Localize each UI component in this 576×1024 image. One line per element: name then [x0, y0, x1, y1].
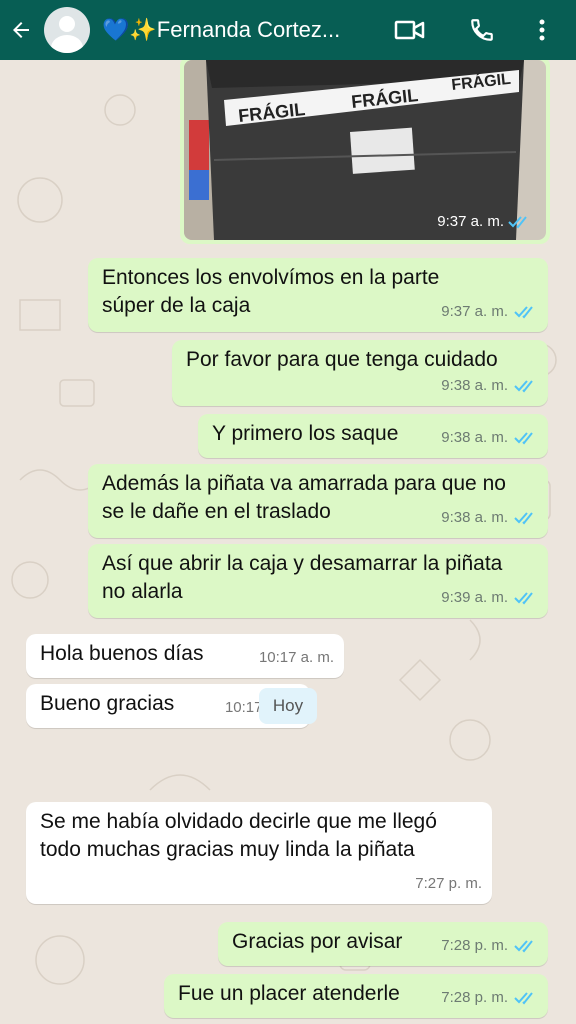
read-ticks-icon: [514, 940, 533, 953]
message-outgoing[interactable]: Gracias por avisar 7:28 p. m.: [218, 922, 548, 966]
more-options-icon: [539, 19, 545, 41]
box-photo[interactable]: FRÁGIL FRÁGIL FRÁGIL 9:37 a. m.: [184, 60, 546, 240]
avatar-head: [59, 16, 75, 32]
message-incoming[interactable]: Se me había olvidado decirle que me lleg…: [26, 802, 492, 904]
more-options-button[interactable]: [520, 0, 564, 60]
video-call-icon: [394, 20, 425, 40]
message-time: 7:28 p. m.: [441, 937, 508, 954]
message-meta: 9:37 a. m.: [441, 298, 538, 326]
message-outgoing[interactable]: Por favor para que tenga cuidado 9:38 a.…: [172, 340, 548, 406]
read-ticks-icon: [514, 432, 533, 445]
message-meta: 10:17 a. m.: [259, 644, 334, 672]
voice-call-button[interactable]: [460, 0, 504, 60]
contact-name[interactable]: 💙✨Fernanda Cortez...: [102, 17, 364, 43]
message-text: Entonces los envolvímos en la parte súpe…: [102, 266, 440, 317]
message-time: 9:38 a. m.: [441, 509, 508, 526]
avatar-torso: [51, 35, 83, 53]
message-outgoing[interactable]: Y primero los saque 9:38 a. m.: [198, 414, 548, 458]
date-divider: Hoy: [259, 688, 317, 724]
read-ticks-icon: [514, 512, 533, 525]
read-ticks-icon: [514, 380, 533, 393]
chat-header: 💙✨Fernanda Cortez...: [0, 0, 576, 60]
message-outgoing[interactable]: Así que abrir la caja y desamarrar la pi…: [88, 544, 548, 618]
message-time: 7:28 p. m.: [441, 989, 508, 1006]
message-text: Se me había olvidado decirle que me lleg…: [40, 810, 437, 861]
message-meta: 9:38 a. m.: [441, 424, 538, 452]
back-arrow-icon: [13, 22, 29, 38]
chat-area[interactable]: FRÁGIL FRÁGIL FRÁGIL 9:37 a. m. Entonces…: [0, 60, 576, 1024]
phone-icon: [471, 19, 493, 41]
read-ticks-icon: [514, 592, 533, 605]
message-outgoing[interactable]: Además la piñata va amarrada para que no…: [88, 464, 548, 538]
read-ticks-icon: [508, 215, 527, 228]
contact-avatar[interactable]: [44, 7, 90, 53]
message-meta: 7:27 p. m.: [415, 870, 482, 898]
message-time: 9:37 a. m.: [441, 303, 508, 320]
read-ticks-icon: [514, 306, 533, 319]
message-incoming[interactable]: Hola buenos días 10:17 a. m.: [26, 634, 344, 678]
image-message[interactable]: FRÁGIL FRÁGIL FRÁGIL 9:37 a. m.: [180, 60, 550, 244]
read-ticks-icon: [514, 992, 533, 1005]
message-outgoing[interactable]: Entonces los envolvímos en la parte súpe…: [88, 258, 548, 332]
message-meta: 9:38 a. m.: [441, 504, 538, 532]
image-timestamp: 9:37 a. m.: [437, 213, 532, 230]
message-time: 9:38 a. m.: [441, 377, 508, 394]
message-meta: 9:38 a. m.: [441, 372, 538, 400]
back-button[interactable]: [0, 0, 42, 60]
message-meta: 7:28 p. m.: [441, 932, 538, 960]
message-time: 10:17 a. m.: [258, 649, 334, 666]
message-text: Por favor para que tenga cuidado: [186, 348, 498, 371]
message-outgoing[interactable]: Fue un placer atenderle 7:28 p. m.: [164, 974, 548, 1018]
message-time: 9:39 a. m.: [441, 589, 508, 606]
message-time: 7:27 p. m.: [415, 875, 482, 892]
video-call-button[interactable]: [388, 0, 432, 60]
message-meta: 7:28 p. m.: [441, 984, 538, 1012]
message-meta: 9:39 a. m.: [441, 584, 538, 612]
message-time: 9:38 a. m.: [441, 429, 508, 446]
